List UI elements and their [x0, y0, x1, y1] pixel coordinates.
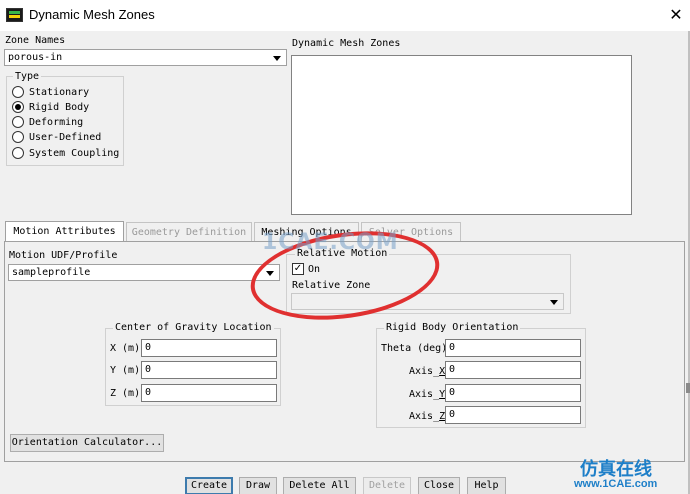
cog-x-input[interactable]: 0	[141, 339, 277, 357]
dynamic-mesh-zones-list[interactable]	[291, 55, 632, 215]
radio-stationary[interactable]	[12, 86, 24, 98]
radio-stationary-label: Stationary	[29, 87, 90, 98]
tab-solver-options[interactable]: Solver Options	[361, 222, 461, 242]
cog-y-label: Y (m)	[110, 365, 141, 376]
cog-z-input[interactable]: 0	[141, 384, 277, 402]
relative-motion-on-checkbox[interactable]: ✓	[292, 263, 304, 275]
dynamic-mesh-zones-label: Dynamic Mesh Zones	[292, 38, 401, 49]
delete-button[interactable]: Delete	[363, 477, 411, 494]
chevron-down-icon	[266, 271, 274, 276]
help-button[interactable]: Help	[467, 477, 506, 494]
axis-z-input[interactable]: 0	[445, 406, 581, 424]
relative-motion-title: Relative Motion	[295, 248, 390, 259]
cog-z-label: Z (m)	[110, 388, 141, 399]
radio-user-defined[interactable]	[12, 131, 24, 143]
radio-user-defined-label: User-Defined	[29, 132, 102, 143]
zone-names-label: Zone Names	[5, 35, 66, 46]
axis-x-label: Axis_X	[409, 366, 446, 377]
radio-deforming[interactable]	[12, 116, 24, 128]
radio-rigid-body-label: Rigid Body	[29, 102, 90, 113]
theta-label: Theta (deg)	[381, 343, 448, 354]
brand-logo-url: www.1CAE.com	[574, 478, 658, 490]
theta-input[interactable]: 0	[445, 339, 581, 357]
type-group-title: Type	[13, 71, 42, 82]
motion-udf-dropdown[interactable]: sampleprofile	[8, 264, 280, 281]
motion-udf-label: Motion UDF/Profile	[9, 250, 118, 261]
zone-names-value: porous-in	[8, 52, 63, 63]
chevron-down-icon	[273, 56, 281, 61]
scrollbar-thumb[interactable]	[686, 383, 690, 393]
delete-all-button[interactable]: Delete All	[283, 477, 356, 494]
zone-names-dropdown[interactable]: porous-in	[4, 49, 287, 66]
close-icon[interactable]: ✕	[666, 5, 686, 25]
rigid-body-orientation-title: Rigid Body Orientation	[384, 322, 521, 333]
fluent-app-icon	[6, 8, 23, 22]
window-title: Dynamic Mesh Zones	[29, 7, 155, 22]
axis-z-label: Axis_Z	[409, 411, 446, 422]
axis-x-input[interactable]: 0	[445, 361, 581, 379]
motion-udf-value: sampleprofile	[12, 267, 91, 278]
cog-x-label: X (m)	[110, 343, 141, 354]
axis-y-label: Axis_Y	[409, 389, 446, 400]
radio-deforming-label: Deforming	[29, 117, 84, 128]
relative-motion-on-label: On	[308, 264, 321, 275]
tab-meshing-options[interactable]: Meshing Options	[254, 222, 359, 242]
radio-system-coupling-label: System Coupling	[29, 148, 120, 159]
orientation-calculator-button[interactable]: Orientation Calculator...	[10, 434, 164, 452]
axis-y-input[interactable]: 0	[445, 384, 581, 402]
chevron-down-icon	[550, 300, 558, 305]
draw-button[interactable]: Draw	[239, 477, 277, 494]
create-button[interactable]: Create	[185, 477, 233, 494]
cog-y-input[interactable]: 0	[141, 361, 277, 379]
center-of-gravity-title: Center of Gravity Location	[113, 322, 274, 333]
tab-motion-attributes[interactable]: Motion Attributes	[5, 221, 124, 242]
radio-system-coupling[interactable]	[12, 147, 24, 159]
radio-rigid-body[interactable]	[12, 101, 24, 113]
tab-geometry-definition[interactable]: Geometry Definition	[126, 222, 252, 242]
relative-zone-dropdown[interactable]	[291, 293, 564, 310]
relative-zone-label: Relative Zone	[292, 280, 371, 291]
close-button[interactable]: Close	[418, 477, 460, 494]
